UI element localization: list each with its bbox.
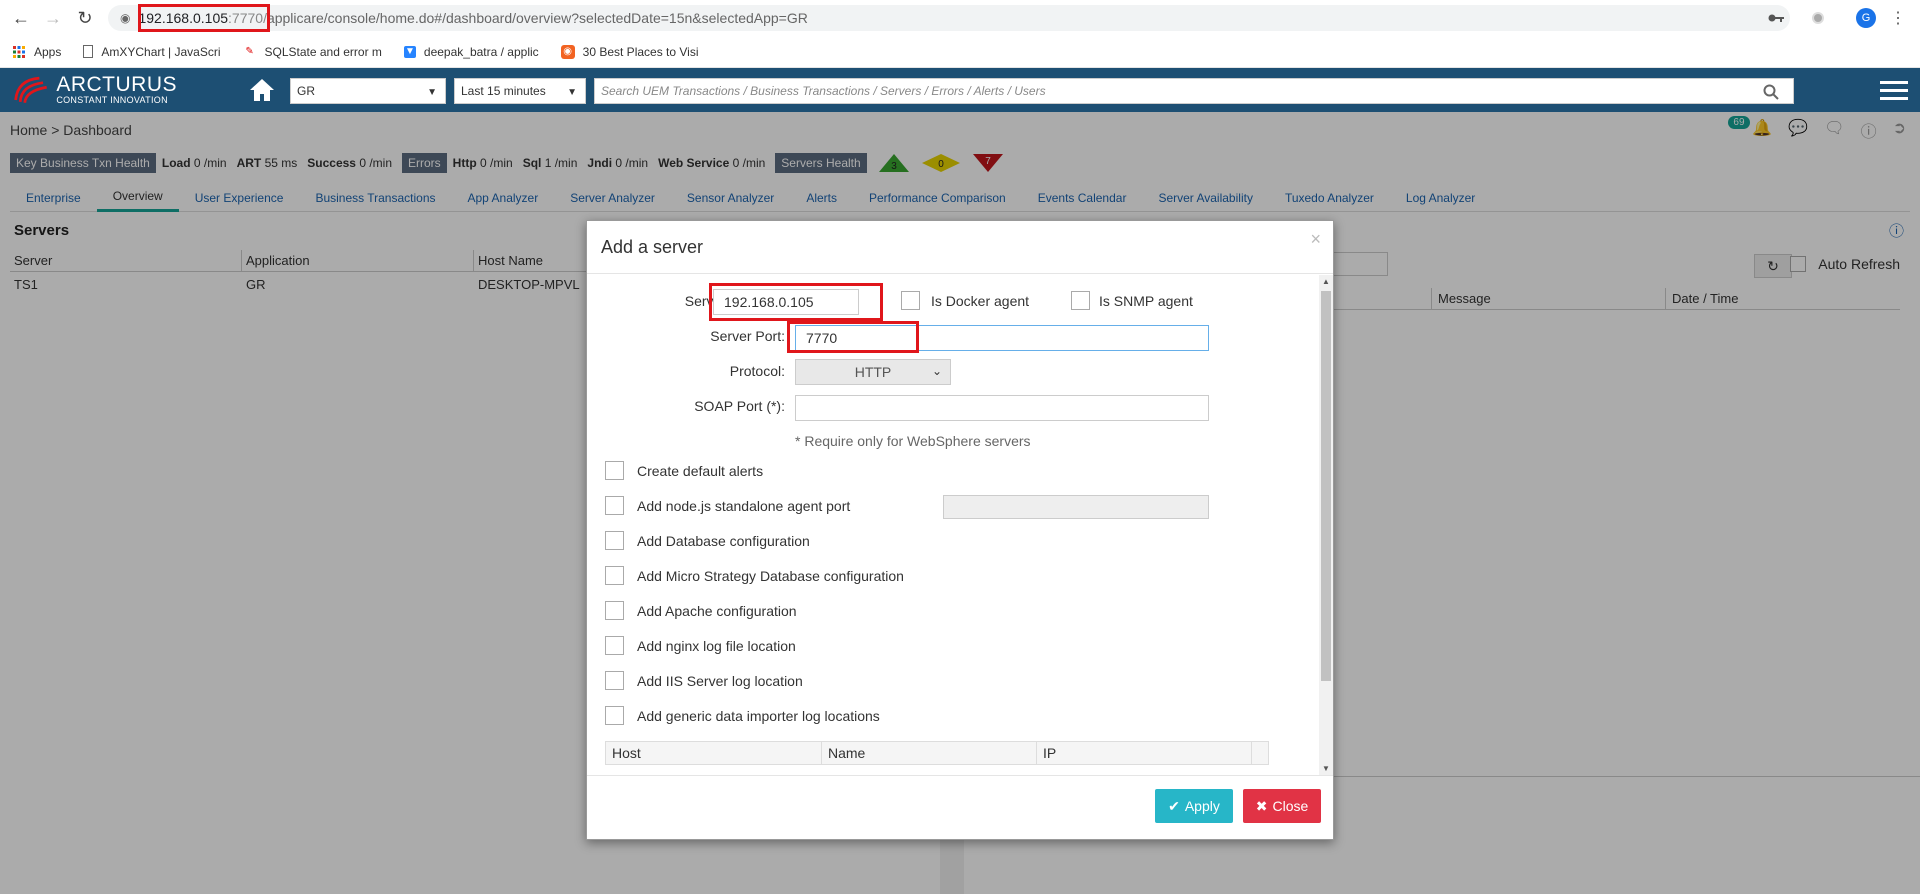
nginx-log-checkbox[interactable] xyxy=(605,636,624,655)
generic-importer-label: Add generic data importer log locations xyxy=(637,708,880,724)
create-default-alerts-checkbox[interactable] xyxy=(605,461,624,480)
application-select[interactable]: GR ▼ xyxy=(290,78,446,104)
bookmark-label: deepak_batra / applic xyxy=(423,44,539,59)
search-icon[interactable] xyxy=(1763,84,1779,100)
nginx-log-label: Add nginx log file location xyxy=(637,638,796,654)
generic-importer-checkbox[interactable] xyxy=(605,706,624,725)
iis-log-checkbox[interactable] xyxy=(605,671,624,690)
logo-swirl-icon xyxy=(14,76,47,104)
column-name[interactable]: Name xyxy=(822,742,1037,764)
header-divider xyxy=(587,273,1333,274)
close-button[interactable]: ✖ Close xyxy=(1243,789,1321,823)
search-placeholder: Search UEM Transactions / Business Trans… xyxy=(601,84,1046,98)
bookmark-amxychart[interactable]: AmXYChart | JavaScri xyxy=(83,44,221,59)
home-icon[interactable] xyxy=(248,76,276,104)
bookmarks-bar: Apps AmXYChart | JavaScri ✎ SQLState and… xyxy=(0,36,1920,68)
hamburger-menu-icon[interactable] xyxy=(1880,81,1908,101)
column-host[interactable]: Host xyxy=(606,742,822,764)
pen-icon: ✎ xyxy=(245,46,254,57)
browser-toolbar: ← → ↻ ◉ 192.168.0.105:7770/applicare/con… xyxy=(0,0,1920,36)
logo-title: ARCTURUS xyxy=(56,73,177,96)
scroll-up-icon[interactable]: ▲ xyxy=(1322,277,1330,286)
bookmark-label: Apps xyxy=(34,44,62,59)
key-icon[interactable] xyxy=(1766,8,1786,28)
column-ip[interactable]: IP xyxy=(1037,742,1252,764)
scrollbar[interactable]: ▲ ▼ xyxy=(1319,275,1333,775)
bookmark-places[interactable]: ◉ 30 Best Places to Visi xyxy=(560,44,699,59)
lock-icon: ◉ xyxy=(120,11,131,25)
docker-agent-checkbox[interactable] xyxy=(901,291,920,310)
hosts-table-header: Host Name IP xyxy=(605,741,1269,765)
server-ip-highlight xyxy=(709,283,883,321)
apply-button[interactable]: ✔ Apply xyxy=(1155,789,1233,823)
dialog-title: Add a server xyxy=(601,237,704,257)
database-config-label: Add Database configuration xyxy=(637,533,810,549)
protocol-label: Protocol: xyxy=(729,363,785,379)
micro-strategy-db-label: Add Micro Strategy Database configuratio… xyxy=(637,568,904,584)
caret-down-icon: ▼ xyxy=(567,87,577,98)
nodejs-agent-port-input xyxy=(943,495,1209,519)
bookmark-label: AmXYChart | JavaScri xyxy=(101,44,221,59)
address-bar[interactable]: ◉ 192.168.0.105:7770/applicare/console/h… xyxy=(108,5,1790,31)
bitbucket-icon: ▼ xyxy=(403,45,416,58)
protocol-select[interactable]: HTTP ⌄ xyxy=(795,359,951,385)
protocol-value: HTTP xyxy=(854,364,892,380)
database-config-checkbox[interactable] xyxy=(605,531,624,550)
apache-config-label: Add Apache configuration xyxy=(637,603,797,619)
url-path: applicare/console/home.do#/dashboard/ove… xyxy=(266,10,808,26)
docker-agent-label: Is Docker agent xyxy=(931,293,1030,309)
bookmark-label: 30 Best Places to Visi xyxy=(582,44,699,59)
create-default-alerts-label: Create default alerts xyxy=(637,463,764,479)
server-port-highlight xyxy=(787,321,919,353)
close-label: Close xyxy=(1272,798,1309,814)
more-menu-icon[interactable]: ⋮ xyxy=(1888,8,1908,28)
back-icon[interactable]: ← xyxy=(6,3,36,33)
logo[interactable]: ARCTURUS CONSTANT INNOVATION xyxy=(12,72,177,108)
caret-down-icon: ▼ xyxy=(427,87,437,98)
chevron-down-icon: ⌄ xyxy=(931,364,942,378)
application-select-value: GR xyxy=(297,84,315,98)
add-server-dialog: Add a server × ▲ ▼ Server IP: 192.168.0.… xyxy=(586,220,1334,840)
page-icon xyxy=(83,45,94,58)
soap-note: * Require only for WebSphere servers xyxy=(795,433,1031,449)
close-icon[interactable]: × xyxy=(1310,229,1321,250)
scroll-thumb[interactable] xyxy=(1321,291,1331,681)
apache-config-checkbox[interactable] xyxy=(605,601,624,620)
check-icon: ✔ xyxy=(1168,797,1180,814)
app-header: ARCTURUS CONSTANT INNOVATION GR ▼ Last 1… xyxy=(0,68,1920,112)
snmp-agent-checkbox[interactable] xyxy=(1071,291,1090,310)
x-icon: ✖ xyxy=(1255,797,1268,814)
extension-icon[interactable] xyxy=(1808,8,1828,28)
apply-label: Apply xyxy=(1184,798,1220,814)
reload-icon[interactable]: ↻ xyxy=(70,3,100,33)
global-search-input[interactable]: Search UEM Transactions / Business Trans… xyxy=(594,78,1794,104)
profile-avatar[interactable]: G xyxy=(1856,8,1876,28)
server-port-label: Server Port: xyxy=(710,328,785,344)
orange-icon: ◉ xyxy=(560,44,575,59)
dialog-body: ▲ ▼ Server IP: 192.168.0.105 Is Docker a… xyxy=(587,275,1333,775)
soap-port-input[interactable] xyxy=(795,395,1209,421)
bookmark-bitbucket[interactable]: ▼ deepak_batra / applic xyxy=(403,44,539,59)
url-highlight-box xyxy=(138,4,270,32)
nodejs-agent-port-checkbox[interactable] xyxy=(605,496,624,515)
micro-strategy-db-checkbox[interactable] xyxy=(605,566,624,585)
apps-grid-icon xyxy=(12,45,26,59)
profile-initial: G xyxy=(1856,8,1876,28)
forward-icon[interactable]: → xyxy=(38,3,68,33)
bookmark-sqlstate[interactable]: ✎ SQLState and error m xyxy=(243,45,382,59)
nodejs-agent-port-label: Add node.js standalone agent port xyxy=(637,498,851,514)
time-range-select[interactable]: Last 15 minutes ▼ xyxy=(454,78,586,104)
bookmark-label: SQLState and error m xyxy=(264,44,382,59)
bookmark-apps[interactable]: Apps xyxy=(12,45,61,59)
logo-subtitle: CONSTANT INNOVATION xyxy=(56,95,168,105)
soap-port-label: SOAP Port (*): xyxy=(694,398,785,414)
scroll-down-icon[interactable]: ▼ xyxy=(1322,764,1330,773)
snmp-agent-label: Is SNMP agent xyxy=(1099,293,1193,309)
time-range-value: Last 15 minutes xyxy=(461,84,546,98)
footer-divider xyxy=(587,775,1333,776)
iis-log-label: Add IIS Server log location xyxy=(637,673,803,689)
